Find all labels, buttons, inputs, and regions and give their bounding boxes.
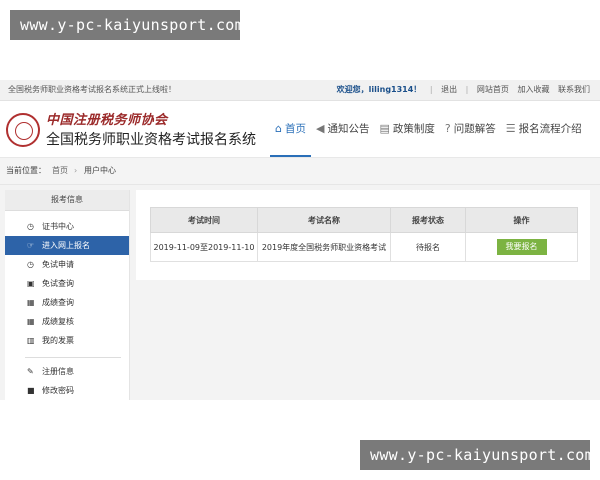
sidebar-item-my-invoices[interactable]: ▥ 我的发票 bbox=[5, 331, 129, 350]
separator: | bbox=[465, 85, 469, 94]
breadcrumb-arrow-icon: › bbox=[74, 166, 78, 175]
list-icon: ☰ bbox=[505, 121, 516, 135]
nav-home[interactable]: ⌂ 首页 bbox=[270, 101, 311, 157]
nav-notices[interactable]: ◀ 通知公告 bbox=[311, 101, 374, 155]
site-title: 全国税务师职业资格考试报名系统 bbox=[46, 132, 256, 148]
exam-time-cell: 2019-11-09至2019-11-10 bbox=[150, 232, 258, 262]
sidebar-item-label: 注册信息 bbox=[42, 367, 74, 376]
home-icon: ⌂ bbox=[275, 121, 282, 135]
lock-icon: ■ bbox=[27, 386, 35, 395]
table-row: 2019-11-09至2019-11-10 2019年度全国税务师职业资格考试 … bbox=[150, 232, 578, 262]
breadcrumb: 当前位置： 首页 › 用户中心 bbox=[0, 158, 600, 185]
sidebar-item-change-password[interactable]: ■ 修改密码 bbox=[5, 381, 129, 400]
sidebar-item-exemption-query[interactable]: ▣ 免试查询 bbox=[5, 274, 129, 293]
sidebar-item-online-registration[interactable]: ☞ 进入网上报名 bbox=[5, 236, 129, 255]
sidebar-item-label: 修改密码 bbox=[42, 386, 74, 395]
sidebar-item-label: 证书中心 bbox=[42, 222, 74, 231]
sidebar-item-label: 免试查询 bbox=[42, 279, 74, 288]
contact-link[interactable]: 联系我们 bbox=[558, 85, 590, 94]
nav-label: 政策制度 bbox=[392, 122, 435, 135]
site-home-link[interactable]: 网站首页 bbox=[477, 85, 509, 94]
top-links: 欢迎您，liling1314！ | 退出 | 网站首页 加入收藏 联系我们 bbox=[331, 80, 590, 100]
column-header: 考试时间 bbox=[150, 207, 258, 233]
sidebar-item-exemption-apply[interactable]: ◷ 免试申请 bbox=[5, 255, 129, 274]
separator: | bbox=[429, 85, 433, 94]
main-nav: ⌂ 首页 ◀ 通知公告 ▤ 政策制度 ? 问题解答 ☰ 报名流程介绍 bbox=[270, 101, 587, 157]
nav-label: 首页 bbox=[284, 122, 306, 135]
sidebar-divider bbox=[25, 357, 121, 358]
sidebar-item-label: 成绩查询 bbox=[42, 298, 74, 307]
sidebar: 报考信息 ◷ 证书中心 ☞ 进入网上报名 ◷ 免试申请 ▣ 免试查询 ▦ 成绩查… bbox=[5, 190, 130, 400]
grid-icon: ▦ bbox=[27, 298, 35, 307]
watermark-top: www.y-pc-kaiyunsport.com bbox=[10, 10, 244, 40]
apply-button[interactable]: 我要报名 bbox=[496, 239, 547, 255]
logout-link[interactable]: 退出 bbox=[441, 85, 457, 94]
watermark-bottom: www.y-pc-kaiyunsport.com bbox=[360, 440, 594, 470]
sidebar-item-label: 成绩复核 bbox=[42, 317, 74, 326]
welcome-text: 欢迎您，liling1314！ bbox=[336, 85, 422, 94]
nav-label: 问题解答 bbox=[453, 122, 496, 135]
nav-faq[interactable]: ? 问题解答 bbox=[440, 101, 501, 155]
breadcrumb-label: 当前位置： bbox=[6, 166, 46, 175]
column-header: 考试名称 bbox=[257, 207, 391, 233]
files-icon: ▣ bbox=[27, 279, 35, 288]
top-bar: 全国税务师职业资格考试报名系统正式上线啦！ 欢迎您，liling1314！ | … bbox=[0, 80, 600, 101]
sidebar-item-label: 免试申请 bbox=[42, 260, 74, 269]
association-name-logo: 中国注册税务师协会 bbox=[46, 113, 168, 128]
barcode-icon: ▥ bbox=[27, 336, 35, 345]
site-header: 中国注册税务师协会 全国税务师职业资格考试报名系统 ⌂ 首页 ◀ 通知公告 ▤ … bbox=[0, 101, 600, 158]
grid-icon: ▦ bbox=[27, 317, 35, 326]
sidebar-item-score-review[interactable]: ▦ 成绩复核 bbox=[5, 312, 129, 331]
system-notice: 全国税务师职业资格考试报名系统正式上线啦！ bbox=[8, 85, 176, 94]
add-favorite-link[interactable]: 加入收藏 bbox=[517, 85, 549, 94]
column-header: 报考状态 bbox=[390, 207, 466, 233]
nav-label: 通知公告 bbox=[327, 122, 370, 135]
breadcrumb-home-link[interactable]: 首页 bbox=[52, 158, 68, 184]
wrench-icon: ✎ bbox=[27, 367, 34, 376]
action-cell: 我要报名 bbox=[465, 232, 578, 262]
column-header: 操作 bbox=[465, 207, 578, 233]
nav-policies[interactable]: ▤ 政策制度 bbox=[374, 101, 439, 155]
sidebar-header: 报考信息 bbox=[5, 190, 129, 211]
status-cell: 待报名 bbox=[390, 232, 466, 262]
nav-label: 报名流程介绍 bbox=[518, 122, 582, 135]
question-icon: ? bbox=[444, 121, 451, 135]
table-header-row: 考试时间 考试名称 报考状态 操作 bbox=[150, 207, 578, 233]
sidebar-item-label: 我的发票 bbox=[42, 336, 74, 345]
nav-process[interactable]: ☰ 报名流程介绍 bbox=[501, 101, 587, 155]
sidebar-item-score-query[interactable]: ▦ 成绩查询 bbox=[5, 293, 129, 312]
sidebar-item-label: 进入网上报名 bbox=[42, 241, 90, 250]
association-seal-logo bbox=[6, 113, 40, 147]
clock-icon: ◷ bbox=[27, 260, 34, 269]
megaphone-icon: ◀ bbox=[315, 121, 325, 135]
document-icon: ▤ bbox=[379, 121, 390, 135]
clock-icon: ◷ bbox=[27, 222, 34, 231]
content-panel: 考试时间 考试名称 报考状态 操作 2019-11-09至2019-11-10 … bbox=[136, 190, 590, 280]
breadcrumb-current: 用户中心 bbox=[84, 166, 116, 175]
sidebar-item-registration-info[interactable]: ✎ 注册信息 bbox=[5, 362, 129, 381]
sidebar-item-certificate-center[interactable]: ◷ 证书中心 bbox=[5, 217, 129, 236]
exam-registration-table: 考试时间 考试名称 报考状态 操作 2019-11-09至2019-11-10 … bbox=[150, 207, 578, 262]
pointer-icon: ☞ bbox=[27, 241, 35, 250]
exam-name-cell: 2019年度全国税务师职业资格考试 bbox=[257, 232, 391, 262]
